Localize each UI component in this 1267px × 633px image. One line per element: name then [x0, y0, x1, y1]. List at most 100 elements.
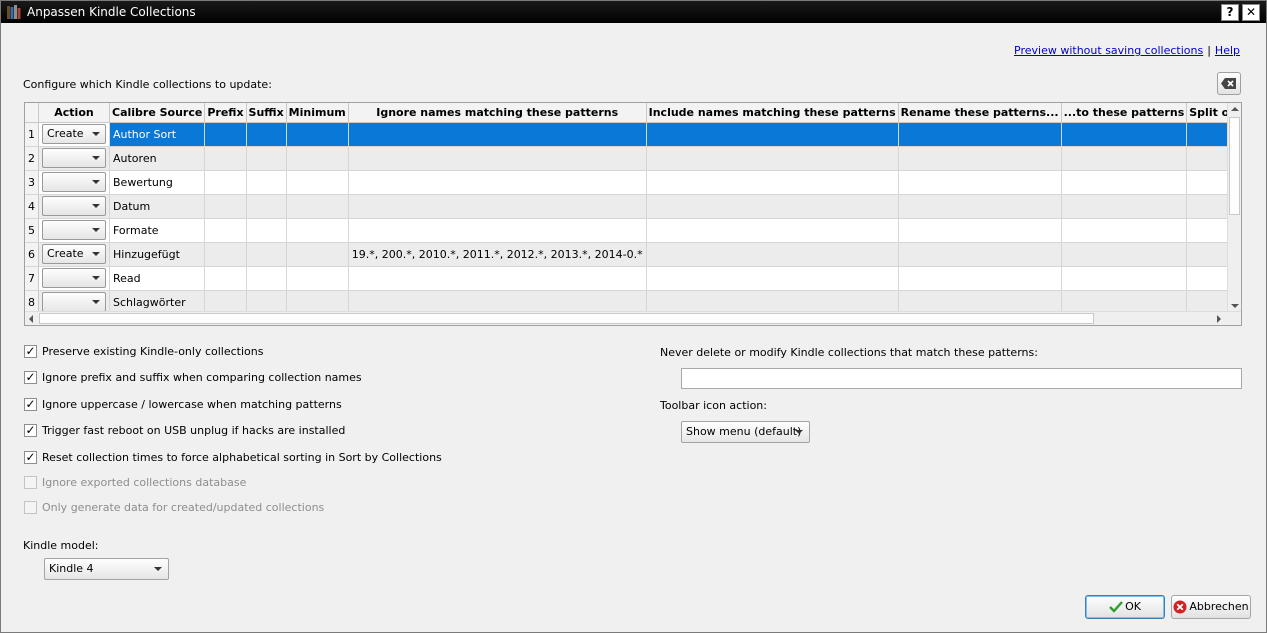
rename-cell[interactable]	[898, 146, 1062, 171]
to-cell[interactable]	[1061, 170, 1188, 195]
action-dropdown[interactable]	[42, 172, 106, 192]
col-header-action[interactable]: Action	[38, 103, 110, 123]
minimum-cell[interactable]	[286, 242, 349, 267]
action-dropdown[interactable]	[42, 292, 106, 312]
include-cell[interactable]	[646, 146, 899, 171]
source-cell[interactable]: Bewertung	[109, 170, 206, 195]
action-dropdown[interactable]	[42, 196, 106, 216]
rename-cell[interactable]	[898, 170, 1062, 195]
rename-cell[interactable]	[898, 266, 1062, 291]
include-cell[interactable]	[646, 218, 899, 243]
action-cell[interactable]	[38, 266, 110, 291]
preview-link[interactable]: Preview without saving collections	[1014, 44, 1203, 57]
ignore-cell[interactable]	[348, 194, 647, 219]
scroll-left-icon[interactable]	[29, 315, 33, 323]
source-cell[interactable]: Autoren	[109, 146, 206, 171]
prefix-cell[interactable]	[204, 122, 247, 147]
col-header-rename[interactable]: Rename these patterns...	[898, 103, 1062, 123]
ignore-cell[interactable]: 19.*, 200.*, 2010.*, 2011.*, 2012.*, 201…	[348, 242, 647, 267]
collections-grid[interactable]: Action Calibre Source Prefix Suffix Mini…	[24, 102, 1242, 326]
action-dropdown[interactable]: Create	[42, 124, 106, 144]
action-cell[interactable]	[38, 170, 110, 195]
prefix-cell[interactable]	[204, 146, 247, 171]
source-cell[interactable]: Formate	[109, 218, 206, 243]
kindle-model-select[interactable]: Kindle 4	[44, 558, 169, 580]
scroll-up-icon[interactable]	[1231, 107, 1239, 111]
clear-row-button[interactable]	[1217, 72, 1241, 95]
scroll-down-icon[interactable]	[1231, 304, 1239, 308]
minimum-cell[interactable]	[286, 266, 349, 291]
col-header-ignore[interactable]: Ignore names matching these patterns	[348, 103, 647, 123]
include-cell[interactable]	[646, 266, 899, 291]
ignore-cell[interactable]	[348, 122, 647, 147]
col-header-minimum[interactable]: Minimum	[286, 103, 349, 123]
rename-cell[interactable]	[898, 242, 1062, 267]
to-cell[interactable]	[1061, 194, 1188, 219]
prefix-cell[interactable]	[204, 266, 247, 291]
source-cell[interactable]: Author Sort	[109, 122, 206, 147]
action-cell[interactable]: Create	[38, 242, 110, 267]
action-cell[interactable]	[38, 146, 110, 171]
suffix-cell[interactable]	[246, 146, 287, 171]
close-icon[interactable]: ✕	[1242, 4, 1260, 21]
action-cell[interactable]	[38, 194, 110, 219]
toolbar-action-select[interactable]: Show menu (default)	[681, 421, 810, 443]
to-cell[interactable]	[1061, 122, 1188, 147]
col-header-to[interactable]: ...to these patterns	[1061, 103, 1188, 123]
vertical-scroll-thumb[interactable]	[1229, 117, 1240, 215]
checkmark-icon[interactable]: ✓	[24, 451, 37, 464]
col-header-include[interactable]: Include names matching these patterns	[646, 103, 899, 123]
source-cell[interactable]: Hinzugefügt	[109, 242, 206, 267]
minimum-cell[interactable]	[286, 146, 349, 171]
action-cell[interactable]: Create	[38, 122, 110, 147]
checkmark-icon[interactable]: ✓	[24, 424, 37, 437]
action-dropdown[interactable]	[42, 148, 106, 168]
ignore-cell[interactable]	[348, 266, 647, 291]
suffix-cell[interactable]	[246, 266, 287, 291]
table-row[interactable]: 4 Datum	[25, 194, 1241, 219]
minimum-cell[interactable]	[286, 218, 349, 243]
prefix-cell[interactable]	[204, 170, 247, 195]
source-cell[interactable]: Datum	[109, 194, 206, 219]
checkmark-icon[interactable]: ✓	[24, 371, 37, 384]
minimum-cell[interactable]	[286, 194, 349, 219]
vertical-scrollbar[interactable]	[1227, 103, 1241, 311]
include-cell[interactable]	[646, 242, 899, 267]
table-row[interactable]: 3 Bewertung	[25, 170, 1241, 195]
suffix-cell[interactable]	[246, 122, 287, 147]
rename-cell[interactable]	[898, 218, 1062, 243]
to-cell[interactable]	[1061, 146, 1188, 171]
include-cell[interactable]	[646, 170, 899, 195]
suffix-cell[interactable]	[246, 242, 287, 267]
protect-patterns-input[interactable]	[681, 368, 1242, 389]
to-cell[interactable]	[1061, 218, 1188, 243]
ignore-cell[interactable]	[348, 170, 647, 195]
table-row[interactable]: 1 Create Author Sort	[25, 122, 1241, 147]
scroll-right-icon[interactable]	[1217, 315, 1221, 323]
to-cell[interactable]	[1061, 242, 1188, 267]
table-row[interactable]: 5 Formate	[25, 218, 1241, 243]
table-row[interactable]: 2 Autoren	[25, 146, 1241, 171]
include-cell[interactable]	[646, 194, 899, 219]
prefix-cell[interactable]	[204, 194, 247, 219]
ignore-cell[interactable]	[348, 218, 647, 243]
minimum-cell[interactable]	[286, 170, 349, 195]
action-dropdown[interactable]: Create	[42, 244, 106, 264]
ignore-cell[interactable]	[348, 146, 647, 171]
rename-cell[interactable]	[898, 194, 1062, 219]
help-link[interactable]: Help	[1215, 44, 1240, 57]
ok-button[interactable]: OK	[1085, 595, 1165, 619]
help-icon[interactable]: ?	[1221, 4, 1239, 21]
suffix-cell[interactable]	[246, 194, 287, 219]
minimum-cell[interactable]	[286, 122, 349, 147]
col-header-suffix[interactable]: Suffix	[246, 103, 287, 123]
prefix-cell[interactable]	[204, 218, 247, 243]
to-cell[interactable]	[1061, 266, 1188, 291]
suffix-cell[interactable]	[246, 218, 287, 243]
table-row[interactable]: 6 Create Hinzugefügt 19.*, 200.*, 2010.*…	[25, 242, 1241, 267]
action-cell[interactable]	[38, 218, 110, 243]
table-row[interactable]: 7 Read	[25, 266, 1241, 291]
action-dropdown[interactable]	[42, 268, 106, 288]
checkmark-icon[interactable]: ✓	[24, 398, 37, 411]
source-cell[interactable]: Read	[109, 266, 206, 291]
